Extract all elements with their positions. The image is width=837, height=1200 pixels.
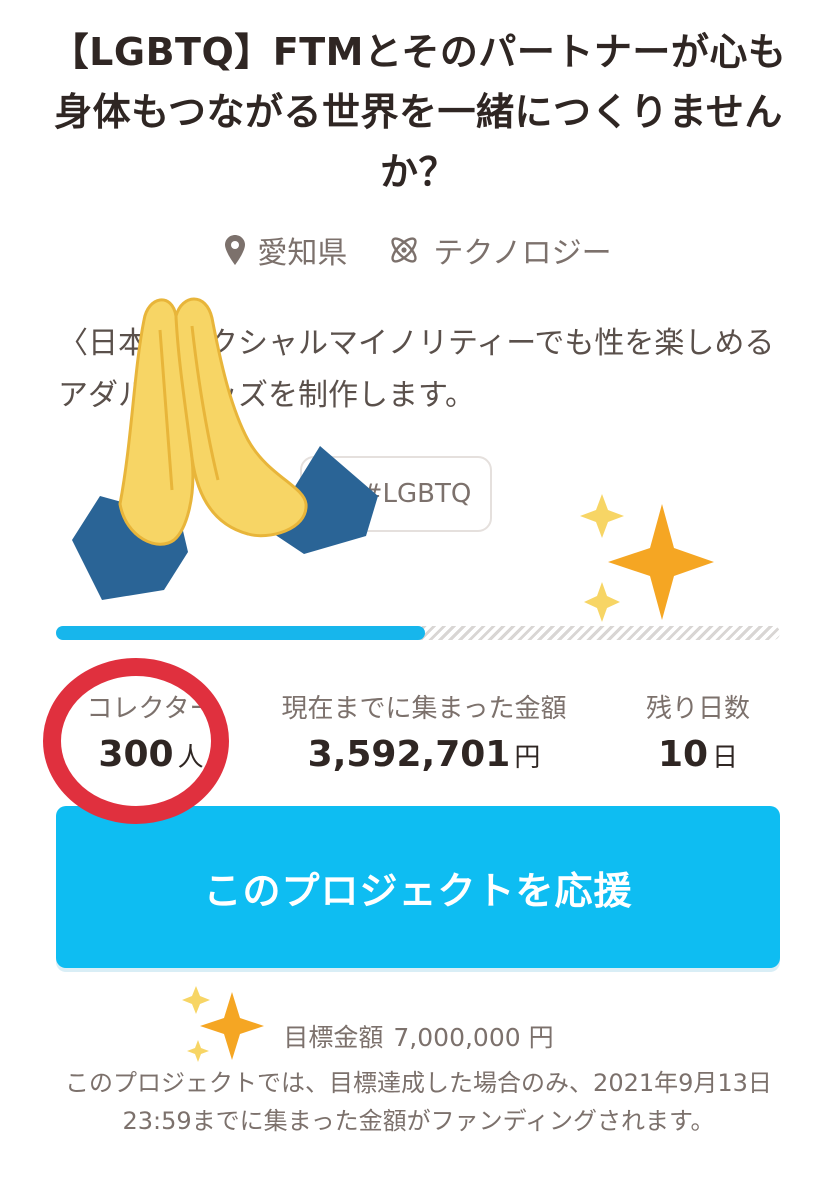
days-left-label: 残り日数 [645, 694, 750, 724]
support-project-button[interactable]: このプロジェクトを応援 [56, 806, 780, 968]
goal-label: 目標金額 [283, 1023, 384, 1052]
praying-hands-emoji [72, 297, 378, 600]
amount-value: 3,592,701 [307, 734, 511, 775]
location-link[interactable]: 愛知県 [225, 228, 347, 272]
amount-stat: 現在までに集まった金額 3,592,701 円 [254, 692, 594, 775]
goal-value: 7,000,000 円 [393, 1023, 554, 1052]
category-link[interactable]: テクノロジー [387, 228, 612, 272]
atom-icon [387, 233, 421, 267]
amount-unit: 円 [514, 743, 541, 773]
funding-progress-fill [56, 626, 426, 640]
days-left-unit: 日 [712, 743, 739, 773]
sparkles-emoji [580, 494, 714, 622]
days-left-value: 10 [657, 734, 709, 775]
project-page: 【LGBTQ】FTMとそのパートナーが心も身体もつながる世界を一緒につくりません… [0, 0, 837, 1200]
location-pin-icon [225, 235, 246, 265]
goal-amount: 目標金額 7,000,000 円 [0, 1018, 837, 1054]
amount-label: 現在までに集まった金額 [281, 694, 567, 724]
location-label: 愛知県 [257, 236, 348, 271]
days-left-stat: 残り日数 10 日 [616, 692, 780, 775]
funding-note: このプロジェクトでは、目標達成した場合のみ、2021年9月13日23:59までに… [65, 1069, 772, 1135]
category-label: テクノロジー [433, 236, 612, 271]
highlight-circle [43, 658, 229, 824]
project-title: 【LGBTQ】FTMとそのパートナーが心も身体もつながる世界を一緒につくりません… [50, 30, 787, 194]
project-meta: 愛知県 テクノロジー [0, 226, 837, 274]
sparkles-small-emoji [182, 986, 264, 1062]
